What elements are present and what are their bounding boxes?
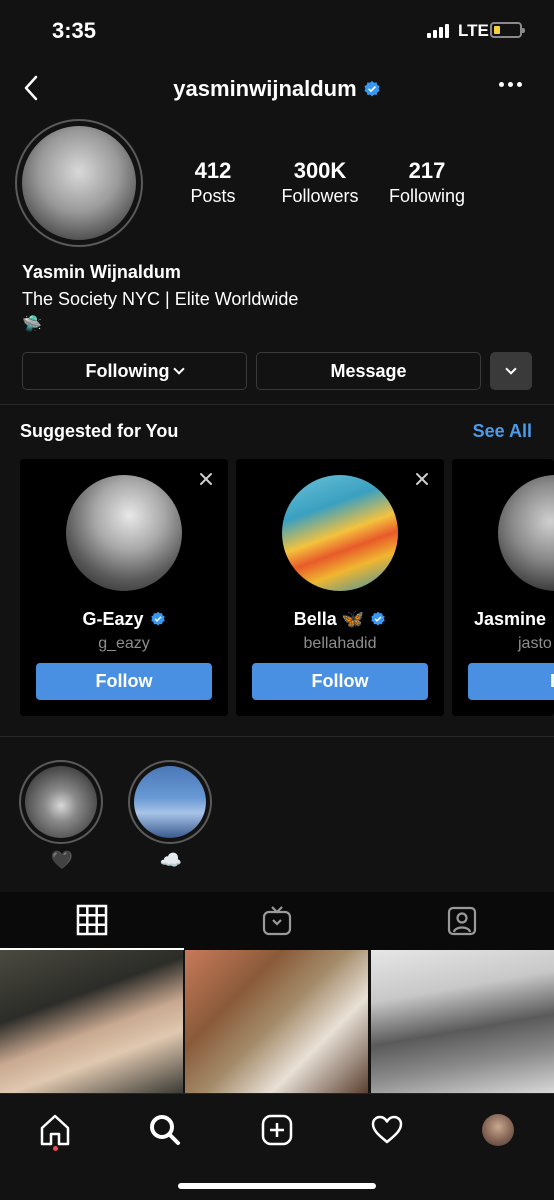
followers-label: Followers [281, 186, 359, 206]
following-button-label: Following [85, 360, 170, 381]
follow-button-label: Follow [95, 671, 153, 691]
follow-button[interactable]: Follow [252, 663, 428, 700]
highlight-caption: ☁️ [159, 850, 183, 870]
post-thumbnail[interactable] [371, 950, 554, 1093]
profile-bio-text: The Society NYC | Elite Worldwide [22, 289, 299, 309]
suggested-name: G-Eazy [82, 609, 144, 629]
post-thumbnail[interactable] [0, 950, 183, 1093]
verified-badge-icon [371, 611, 385, 626]
suggested-title: Suggested for You [20, 421, 179, 441]
divider [0, 404, 554, 405]
following-label: Following [388, 186, 466, 206]
suggested-handle: bellahadid [303, 635, 377, 652]
suggested-handle: jasto [518, 635, 552, 652]
home-indicator [178, 1183, 376, 1189]
verified-badge-icon [150, 611, 165, 626]
see-all-link[interactable]: See All [473, 421, 532, 442]
suggested-avatar[interactable] [282, 475, 398, 591]
divider [0, 736, 554, 737]
more-options-icon[interactable] [499, 82, 522, 87]
profile-avatar[interactable] [15, 119, 143, 247]
profile-header: yasminwijnaldum [0, 60, 554, 118]
chevron-down-icon [505, 362, 517, 375]
tab-tagged[interactable] [370, 892, 554, 950]
tagged-icon [447, 906, 477, 936]
following-stat[interactable]: 217 Following [382, 158, 472, 207]
message-button-label: Message [330, 360, 407, 381]
close-icon[interactable] [198, 471, 214, 487]
suggested-name-row: Bella 🦋 [236, 609, 444, 630]
story-highlight[interactable]: ☁️ [128, 760, 214, 871]
suggested-card[interactable]: Jasmine jasto Follow [452, 459, 554, 716]
profile-full-name: Yasmin Wijnaldum [22, 262, 181, 282]
suggested-name: Bella 🦋 [293, 609, 365, 629]
igtv-icon [262, 906, 292, 936]
profile-username: yasminwijnaldum [173, 76, 357, 101]
story-highlight[interactable]: 🖤 [19, 760, 105, 871]
profile-tabs [0, 892, 554, 950]
suggestions-toggle-button[interactable] [490, 352, 532, 390]
tab-grid[interactable] [0, 892, 184, 950]
suggested-avatar[interactable] [498, 475, 554, 591]
profile-bio: Yasmin Wijnaldum The Society NYC | Elite… [22, 262, 298, 334]
suggested-name: Jasmine [474, 609, 547, 629]
message-button[interactable]: Message [256, 352, 481, 390]
battery-icon [490, 22, 525, 38]
follow-button-label: Follow [550, 671, 554, 692]
suggested-card[interactable]: Bella 🦋 bellahadid Follow [236, 459, 444, 716]
activity-heart-icon [371, 1115, 403, 1144]
posts-stat[interactable]: 412 Posts [178, 158, 248, 207]
search-icon [150, 1115, 180, 1145]
profile-username-row: yasminwijnaldum [0, 76, 554, 102]
following-button[interactable]: Following [22, 352, 247, 390]
suggested-handle: g_eazy [98, 635, 150, 652]
profile-avatar [482, 1114, 514, 1146]
status-time: 3:35 [52, 18, 97, 43]
status-bar: 3:35 LTE [0, 0, 554, 60]
tab-igtv[interactable] [185, 892, 369, 950]
profile-bio-emoji: 🛸 [22, 316, 42, 333]
followers-stat[interactable]: 300K Followers [272, 158, 368, 207]
follow-button-label: Follow [311, 671, 369, 691]
suggested-name-row: G-Eazy [20, 609, 228, 630]
nav-new-post[interactable] [255, 1108, 299, 1152]
nav-search[interactable] [143, 1108, 187, 1152]
verified-badge-icon [364, 80, 380, 97]
nav-profile[interactable] [476, 1108, 520, 1152]
notification-dot [53, 1146, 58, 1151]
posts-count: 412 [194, 158, 232, 183]
posts-label: Posts [190, 186, 236, 206]
followers-count: 300K [293, 158, 347, 183]
home-icon [40, 1114, 70, 1146]
highlight-caption: 🖤 [50, 850, 74, 870]
grid-icon [76, 904, 108, 936]
suggested-card[interactable]: G-Eazy g_eazy Follow [20, 459, 228, 716]
follow-button[interactable]: Follow [36, 663, 212, 700]
new-post-icon [261, 1114, 293, 1146]
follow-button[interactable]: Follow [468, 663, 554, 700]
nav-activity[interactable] [365, 1108, 409, 1152]
post-thumbnail[interactable] [185, 950, 368, 1093]
highlight-cover [134, 766, 206, 838]
following-count: 217 [408, 158, 446, 183]
close-icon[interactable] [414, 471, 430, 487]
chevron-down-icon [173, 362, 186, 375]
network-label: LTE [458, 21, 489, 40]
signal-icon [427, 24, 449, 38]
highlight-cover [25, 766, 97, 838]
suggested-avatar[interactable] [66, 475, 182, 591]
